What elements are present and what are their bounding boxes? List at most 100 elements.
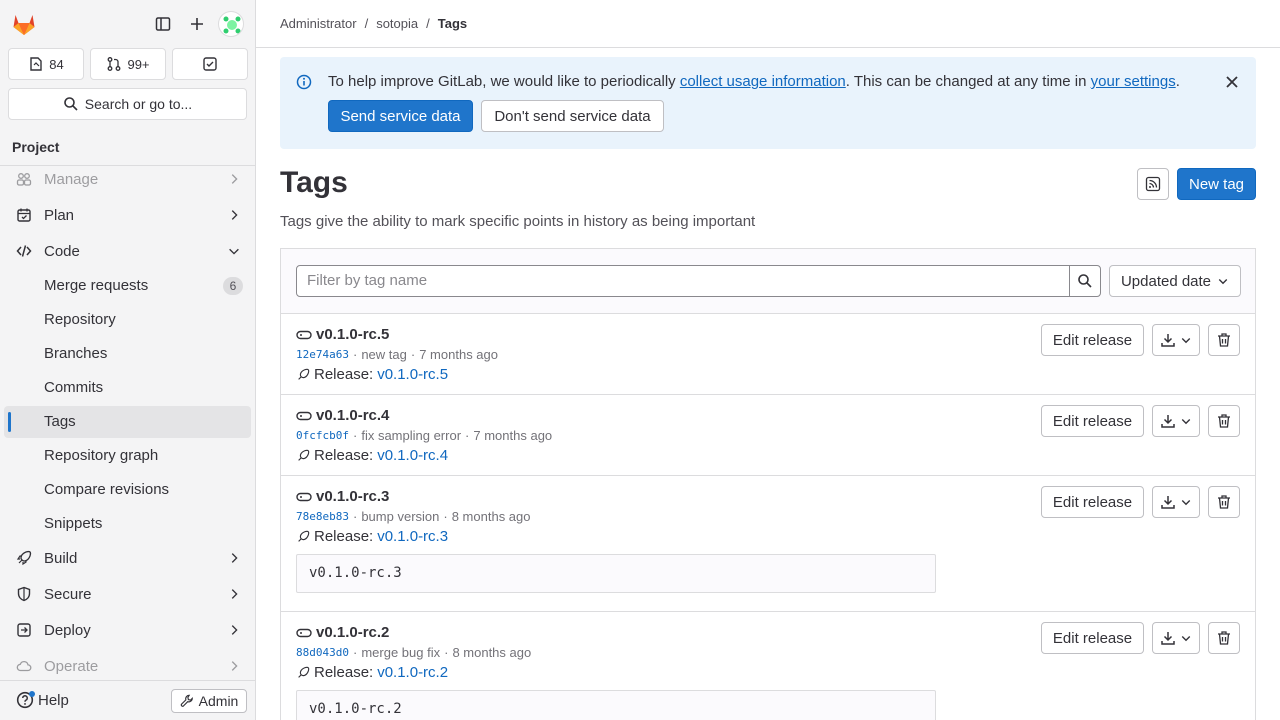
sidebar-footer: Help Admin xyxy=(0,680,255,720)
users-icon xyxy=(16,173,32,186)
meta-separator: · xyxy=(444,645,449,660)
breadcrumb-item[interactable]: Administrator xyxy=(280,16,357,31)
filter-search-button[interactable] xyxy=(1069,265,1101,297)
sidebar-item-operate[interactable]: Operate xyxy=(4,650,251,679)
release-link[interactable]: v0.1.0-rc.4 xyxy=(377,447,448,464)
download-icon xyxy=(1161,334,1175,347)
trash-icon xyxy=(1218,333,1230,347)
tag-icon xyxy=(296,330,312,339)
edit-release-button[interactable]: Edit release xyxy=(1041,622,1144,654)
sidebar-item-repository-graph[interactable]: Repository graph xyxy=(4,440,251,472)
commit-time: 7 months ago xyxy=(473,428,553,443)
release-link[interactable]: v0.1.0-rc.5 xyxy=(377,366,448,383)
release-link[interactable]: v0.1.0-rc.3 xyxy=(377,528,448,545)
release-link[interactable]: v0.1.0-rc.2 xyxy=(377,664,448,681)
new-tag-button[interactable]: New tag xyxy=(1177,168,1256,200)
sidebar-item-commits[interactable]: Commits xyxy=(4,372,251,404)
chevron-down-icon xyxy=(1181,636,1191,642)
search-label: Search or go to... xyxy=(84,96,193,112)
info-icon xyxy=(296,74,312,90)
commit-sha-link[interactable]: 0fcfcb0f xyxy=(296,429,349,442)
sidebar-item-plan[interactable]: Plan xyxy=(4,199,251,231)
tag-name[interactable]: v0.1.0-rc.5 xyxy=(296,326,389,343)
delete-tag-button[interactable] xyxy=(1208,622,1240,654)
delete-tag-button[interactable] xyxy=(1208,405,1240,437)
sidebar-item-code[interactable]: Code xyxy=(4,235,251,267)
download-dropdown[interactable] xyxy=(1152,486,1200,518)
sidebar-item-compare-revisions[interactable]: Compare revisions xyxy=(4,474,251,506)
tag-name[interactable]: v0.1.0-rc.4 xyxy=(296,407,389,424)
sidebar-item-label: Operate xyxy=(44,657,99,675)
sidebar-item-secure[interactable]: Secure xyxy=(4,578,251,610)
download-icon xyxy=(1161,496,1175,509)
sidebar-item-label: Commits xyxy=(44,379,104,396)
help-button[interactable]: Help xyxy=(16,691,69,709)
sidebar-item-label: Repository xyxy=(44,311,116,328)
breadcrumb-item[interactable]: sotopia xyxy=(376,16,418,31)
tag-name-text: v0.1.0-rc.3 xyxy=(316,488,390,505)
chevron-down-icon xyxy=(1218,279,1228,285)
close-icon[interactable] xyxy=(1224,74,1240,90)
todos-button[interactable] xyxy=(172,48,248,80)
sidebar-item-tags[interactable]: Tags xyxy=(4,406,251,438)
tag-name-text: v0.1.0-rc.5 xyxy=(316,326,390,343)
merge-requests-count-button[interactable]: 99+ xyxy=(90,48,166,80)
sidebar-item-merge-requests[interactable]: Merge requests 6 xyxy=(4,270,251,302)
commit-sha-link[interactable]: 78e8eb83 xyxy=(296,510,349,523)
sort-dropdown[interactable]: Updated date xyxy=(1109,265,1241,297)
tag-icon xyxy=(296,628,312,637)
edit-release-button[interactable]: Edit release xyxy=(1041,405,1144,437)
meta-separator: · xyxy=(410,347,416,362)
rocket-icon xyxy=(16,550,32,566)
release-label: Release: xyxy=(314,447,374,464)
plus-icon[interactable] xyxy=(185,12,209,36)
commit-sha-link[interactable]: 88d043d0 xyxy=(296,646,349,659)
download-dropdown[interactable] xyxy=(1152,622,1200,654)
delete-tag-button[interactable] xyxy=(1208,486,1240,518)
filter-tag-input[interactable]: Filter by tag name xyxy=(296,265,1070,297)
download-dropdown[interactable] xyxy=(1152,324,1200,356)
tag-name[interactable]: v0.1.0-rc.3 xyxy=(296,488,389,505)
main-content: Administrator / sotopia / Tags To help i… xyxy=(256,0,1280,720)
sidebar-item-label: Deploy xyxy=(44,621,91,639)
commit-sha-link[interactable]: 12e74a63 xyxy=(296,348,349,361)
sidebar-item-manage[interactable]: Manage xyxy=(4,166,251,195)
rss-button[interactable] xyxy=(1137,168,1169,200)
commit-message[interactable]: bump version xyxy=(361,509,439,524)
admin-button[interactable]: Admin xyxy=(171,689,247,713)
sidebar-item-label: Secure xyxy=(44,585,92,603)
settings-link[interactable]: your settings xyxy=(1091,73,1176,90)
sidebar-item-deploy[interactable]: Deploy xyxy=(4,614,251,646)
commit-message[interactable]: new tag xyxy=(361,347,407,362)
search-button[interactable]: Search or go to... xyxy=(8,88,247,120)
tag-name-text: v0.1.0-rc.4 xyxy=(316,407,390,424)
download-dropdown[interactable] xyxy=(1152,405,1200,437)
commit-message[interactable]: fix sampling error xyxy=(361,428,461,443)
issues-count-button[interactable]: 84 xyxy=(8,48,84,80)
sidebar-toggle-icon[interactable] xyxy=(151,12,175,36)
tag-message: v0.1.0-rc.3 xyxy=(296,554,936,593)
edit-release-button[interactable]: Edit release xyxy=(1041,324,1144,356)
breadcrumb-current[interactable]: Tags xyxy=(438,16,467,31)
issues-icon xyxy=(30,57,42,71)
tag-name[interactable]: v0.1.0-rc.2 xyxy=(296,624,389,641)
banner-text: . This can be changed at any time in xyxy=(845,73,1091,90)
gitlab-logo-icon[interactable] xyxy=(10,10,38,38)
sidebar-item-snippets[interactable]: Snippets xyxy=(4,508,251,540)
deploy-icon xyxy=(17,623,31,637)
sidebar-item-label: Snippets xyxy=(44,515,103,532)
issues-count: 84 xyxy=(49,56,64,72)
sidebar-item-repository[interactable]: Repository xyxy=(4,304,251,336)
delete-tag-button[interactable] xyxy=(1208,324,1240,356)
chevron-down-icon xyxy=(1181,338,1191,344)
send-service-data-button[interactable]: Send service data xyxy=(328,100,473,132)
edit-release-button[interactable]: Edit release xyxy=(1041,486,1144,518)
page-title: Tags xyxy=(280,166,348,199)
help-label: Help xyxy=(38,691,69,709)
sidebar-item-build[interactable]: Build xyxy=(4,542,251,574)
collect-usage-link[interactable]: collect usage information xyxy=(680,73,846,90)
avatar[interactable] xyxy=(218,11,244,37)
sidebar-item-branches[interactable]: Branches xyxy=(4,338,251,370)
commit-message[interactable]: merge bug fix xyxy=(361,645,440,660)
dont-send-service-data-button[interactable]: Don't send service data xyxy=(481,100,664,132)
